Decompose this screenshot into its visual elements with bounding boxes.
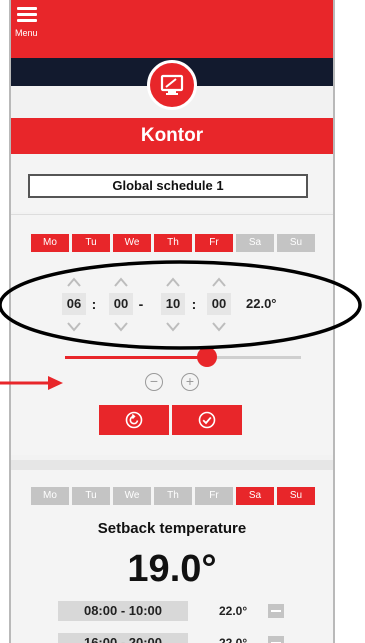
annotation-overlay [0, 260, 362, 390]
pointer-arrowhead [48, 376, 63, 390]
highlight-ellipse [0, 260, 362, 350]
